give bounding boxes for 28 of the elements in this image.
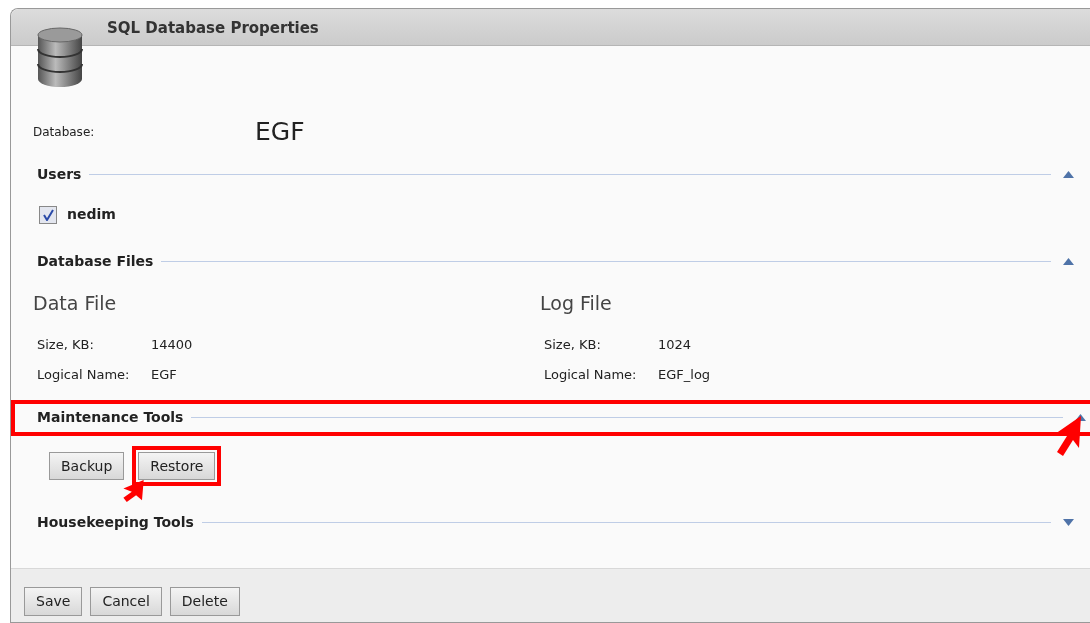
field-label: Logical Name: xyxy=(37,365,131,384)
collapse-icon[interactable] xyxy=(1063,257,1074,265)
checkbox[interactable] xyxy=(39,205,57,224)
database-icon xyxy=(35,27,85,89)
field-value: EGF_log xyxy=(658,365,711,384)
tool-button[interactable]: Restore xyxy=(138,451,216,481)
field-label: Size, KB: xyxy=(544,335,602,354)
file-heading: Data File xyxy=(33,291,118,316)
database-name: EGF xyxy=(255,116,305,149)
footer-button[interactable]: Delete xyxy=(169,587,240,616)
tool-button[interactable]: Backup xyxy=(49,451,125,481)
footer-button[interactable]: Cancel xyxy=(90,587,162,616)
field-value: 1024 xyxy=(658,335,692,354)
field-label: Size, KB: xyxy=(37,335,95,354)
file-heading: Log File xyxy=(540,291,613,316)
section-title: Housekeeping Tools xyxy=(37,512,194,532)
field-value: EGF xyxy=(151,365,177,384)
window-title: SQL Database Properties xyxy=(107,18,319,39)
collapse-icon[interactable] xyxy=(1063,170,1074,178)
expand-icon[interactable] xyxy=(1063,518,1074,526)
section-title: Users xyxy=(37,164,82,184)
section-title: Maintenance Tools xyxy=(37,408,184,427)
field-value: 14400 xyxy=(151,335,193,354)
field-label: Database: xyxy=(33,124,96,141)
section-title: Database Files xyxy=(37,251,154,271)
footer-button[interactable]: Save xyxy=(24,587,83,616)
user-name: nedim xyxy=(67,205,116,224)
field-label: Logical Name: xyxy=(544,365,638,384)
